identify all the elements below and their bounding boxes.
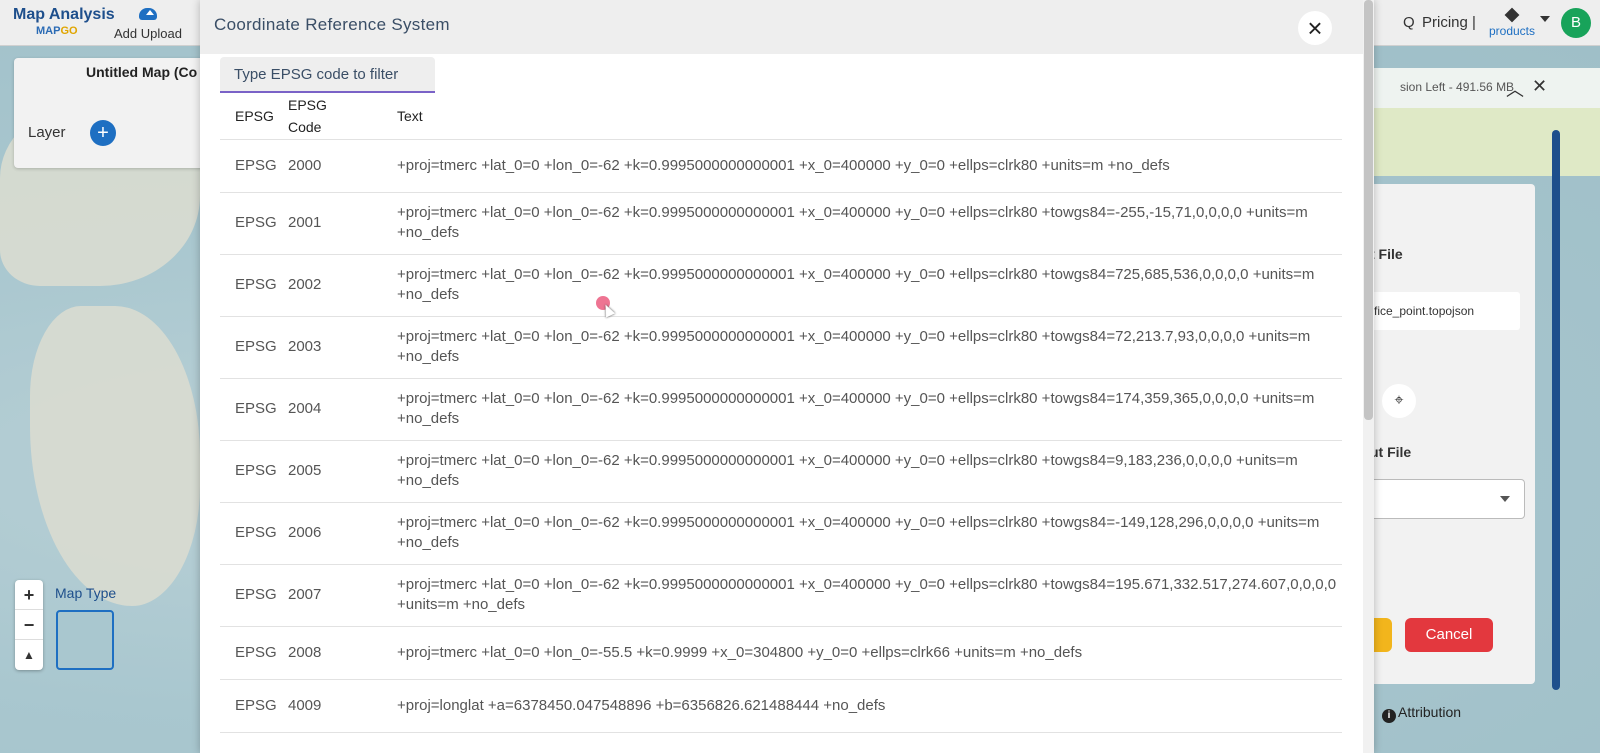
zoom-control: + − ▲ xyxy=(15,580,43,670)
session-bar: sion Left - 491.56 MB ︿ ✕ xyxy=(1360,68,1600,108)
output-format-select[interactable] xyxy=(1360,479,1525,519)
session-text: sion Left - 491.56 MB xyxy=(1400,80,1515,94)
info-icon: i xyxy=(1382,709,1396,723)
crs-table-container[interactable]: EPSG EPSG Code Text EPSG 2000 +proj=tmer… xyxy=(220,93,1364,753)
add-upload-button[interactable]: Add Upload xyxy=(112,8,184,41)
column-header-epsg: EPSG xyxy=(220,93,288,140)
column-header-text: Text xyxy=(383,93,1342,140)
crs-modal: Coordinate Reference System × EPSG EPSG … xyxy=(200,0,1374,753)
conversion-form: t File fice_point.topojson ⌖ ut File Can… xyxy=(1360,184,1535,684)
brand-logo: MAPGO xyxy=(36,25,78,37)
close-button[interactable]: × xyxy=(1298,11,1332,45)
info-strip xyxy=(1360,108,1600,176)
cloud-upload-icon xyxy=(139,8,157,20)
brand-name[interactable]: Map Analysis xyxy=(13,6,115,23)
output-file-label: ut File xyxy=(1370,444,1412,460)
box-icon xyxy=(1504,7,1520,23)
panel-scrollbar[interactable] xyxy=(1552,130,1560,690)
layer-panel: Untitled Map (Co Layer + xyxy=(14,58,214,168)
table-row[interactable]: EPSG 2005 +proj=tmerc +lat_0=0 +lon_0=-6… xyxy=(220,440,1342,503)
cancel-button[interactable]: Cancel xyxy=(1405,618,1493,652)
close-icon[interactable]: ✕ xyxy=(1532,76,1547,97)
table-row[interactable]: EPSG 2006 +proj=tmerc +lat_0=0 +lon_0=-6… xyxy=(220,502,1342,565)
map-type-thumbnail[interactable] xyxy=(56,610,114,670)
chevron-down-icon[interactable] xyxy=(1540,16,1550,27)
map-title[interactable]: Untitled Map (Co xyxy=(86,64,197,80)
input-file-label: t File xyxy=(1370,246,1403,262)
table-row[interactable]: EPSG 2000 +proj=tmerc +lat_0=0 +lon_0=-6… xyxy=(220,139,1342,193)
attribution-link[interactable]: i Attribution xyxy=(1382,704,1461,723)
modal-title: Coordinate Reference System xyxy=(214,15,450,34)
layer-row: Layer + xyxy=(28,120,116,146)
table-row[interactable]: EPSG 2003 +proj=tmerc +lat_0=0 +lon_0=-6… xyxy=(220,316,1342,379)
avatar[interactable]: B xyxy=(1561,8,1591,38)
modal-scrollbar[interactable] xyxy=(1363,0,1374,753)
column-header-code: EPSG Code xyxy=(288,93,383,140)
layer-label: Layer xyxy=(28,124,66,141)
epsg-filter-input[interactable] xyxy=(220,57,435,93)
products-menu[interactable]: products xyxy=(1486,7,1538,38)
table-row[interactable]: EPSG 2008 +proj=tmerc +lat_0=0 +lon_0=-5… xyxy=(220,626,1342,680)
compass-icon[interactable]: ▲ xyxy=(15,640,43,670)
close-icon: × xyxy=(1307,13,1323,43)
add-layer-button[interactable]: + xyxy=(90,120,116,146)
table-row[interactable]: EPSG 2004 +proj=tmerc +lat_0=0 +lon_0=-6… xyxy=(220,378,1342,441)
table-row[interactable]: EPSG 2007 +proj=tmerc +lat_0=0 +lon_0=-6… xyxy=(220,564,1342,627)
input-file-field[interactable]: fice_point.topojson xyxy=(1368,292,1520,330)
table-row[interactable]: EPSG 2002 +proj=tmerc +lat_0=0 +lon_0=-6… xyxy=(220,254,1342,317)
scan-icon[interactable]: ⌖ xyxy=(1382,384,1416,418)
chevron-up-icon[interactable]: ︿ xyxy=(1506,76,1524,102)
table-row[interactable]: EPSG 2001 +proj=tmerc +lat_0=0 +lon_0=-6… xyxy=(220,192,1342,255)
table-header-row: EPSG EPSG Code Text xyxy=(220,93,1342,140)
tool-panel: sion Left - 491.56 MB ︿ ✕ t File fice_po… xyxy=(1360,56,1600,753)
zoom-out-button[interactable]: − xyxy=(15,610,43,640)
scrollbar-thumb[interactable] xyxy=(1364,0,1373,420)
zoom-in-button[interactable]: + xyxy=(15,580,43,610)
table-row[interactable]: EPSG 4009 +proj=longlat +a=6378450.04754… xyxy=(220,679,1342,733)
modal-header: Coordinate Reference System × xyxy=(200,0,1364,54)
pricing-link[interactable]: Pricing | xyxy=(1422,14,1476,31)
nav-fragment[interactable]: Q xyxy=(1403,14,1415,31)
crs-table: EPSG EPSG Code Text EPSG 2000 +proj=tmer… xyxy=(220,93,1342,733)
map-type-label: Map Type xyxy=(55,585,117,601)
